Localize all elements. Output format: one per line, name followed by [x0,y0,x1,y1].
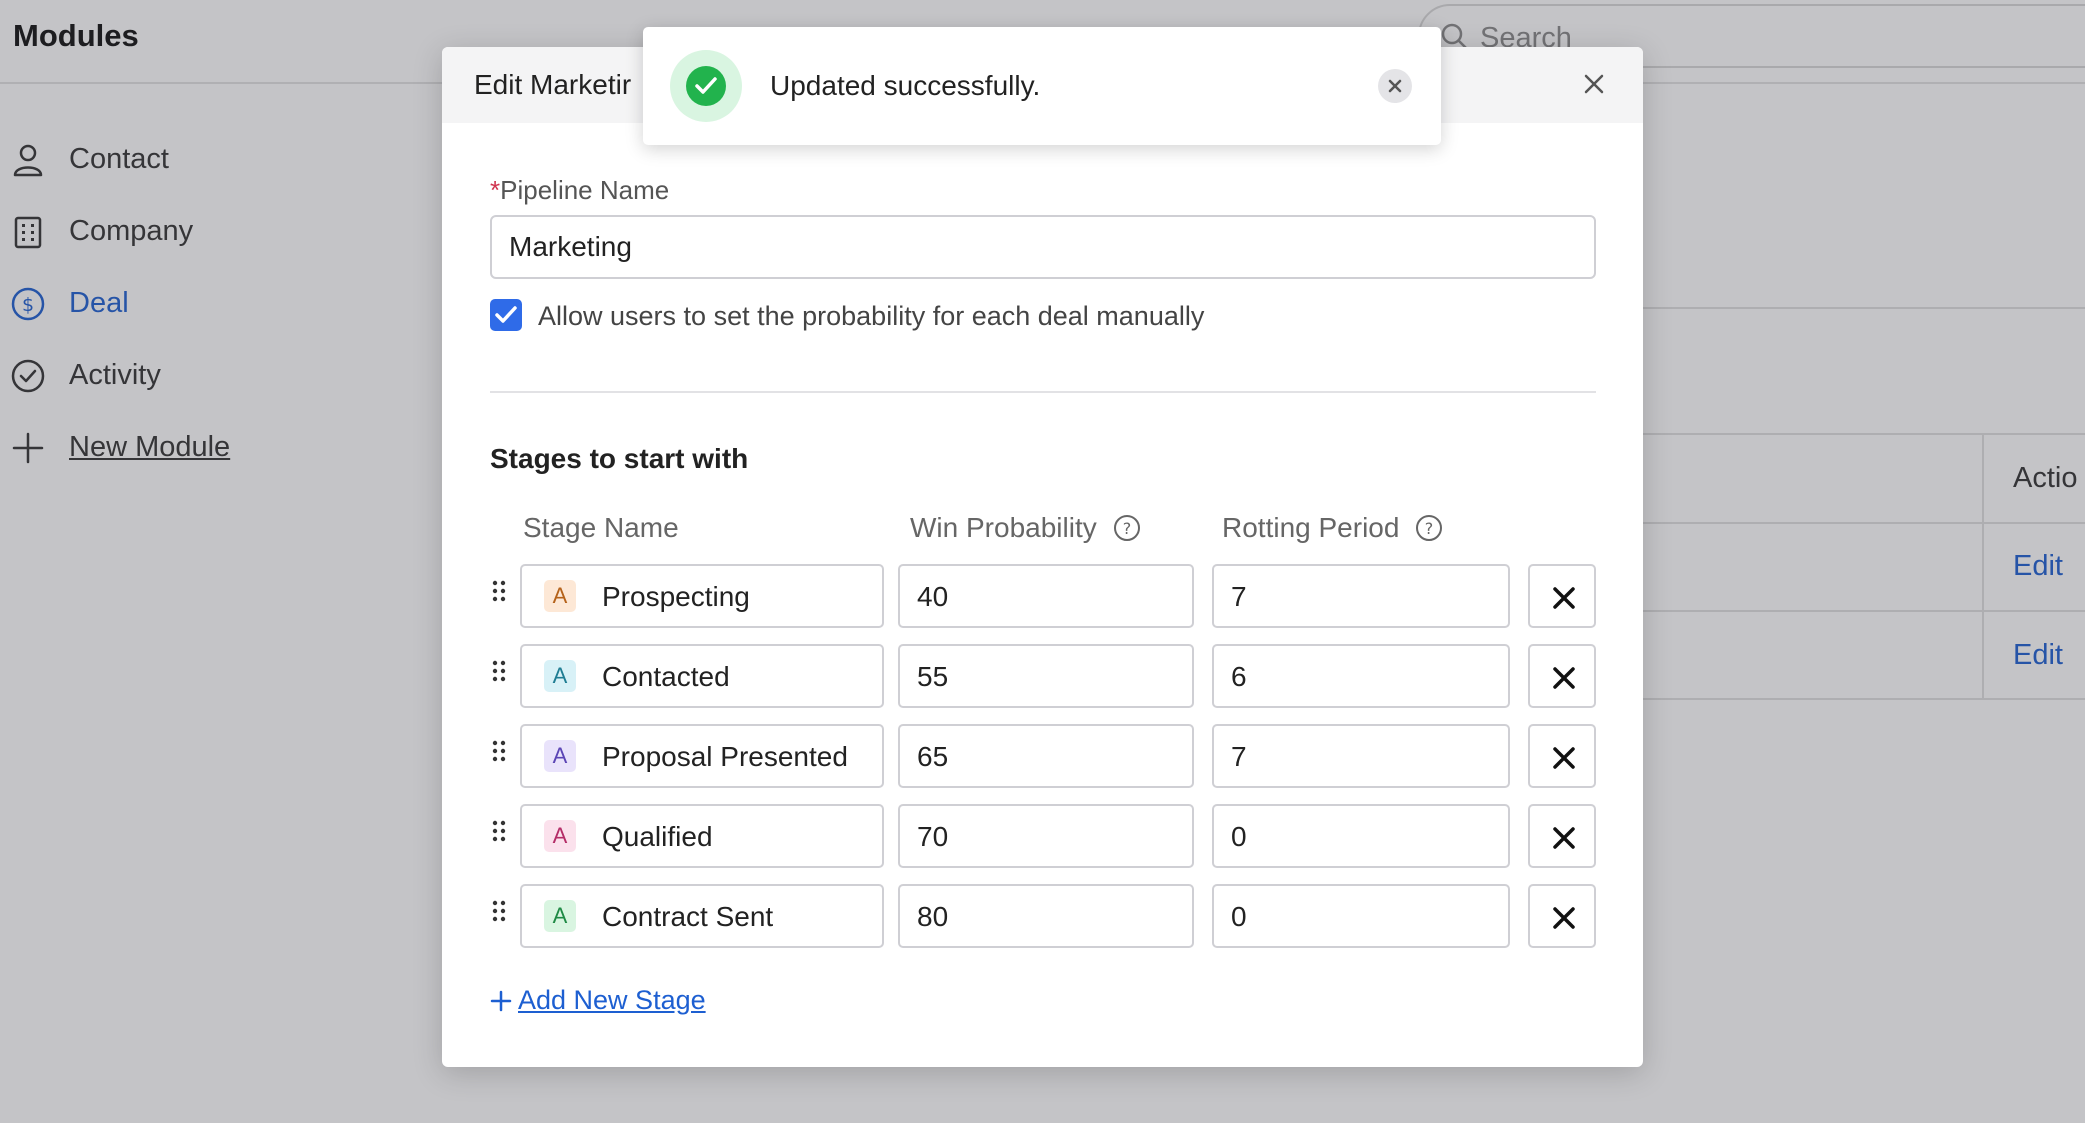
close-icon [1553,667,1575,689]
rotting-period-value: 6 [1231,661,1247,692]
column-header-stage-name: Stage Name [523,512,679,544]
manual-probability-checkbox[interactable] [490,299,522,331]
win-probability-input[interactable]: 40 [898,564,1194,628]
win-probability-value: 40 [917,581,949,612]
stage-name-input[interactable]: A Proposal Presented [520,724,884,788]
pipeline-name-input[interactable] [490,215,1596,279]
success-toast: Updated successfully. [643,27,1441,145]
delete-stage-button[interactable] [1528,724,1596,788]
checkmark-icon [695,77,717,94]
win-probability-input[interactable]: 55 [898,644,1194,708]
close-icon [1553,827,1575,849]
stage-row: A Contacted 55 6 [490,644,1600,710]
edit-pipeline-modal: Edit Marketir *Pipeline Name Allow users… [442,47,1643,1067]
win-probability-input[interactable]: 65 [898,724,1194,788]
close-icon [1388,79,1402,93]
section-divider [490,391,1596,393]
pipeline-name-label: *Pipeline Name [490,175,669,206]
rotting-period-input[interactable]: 7 [1212,564,1510,628]
stage-color-badge[interactable]: A [544,660,576,692]
delete-stage-button[interactable] [1528,884,1596,948]
pipeline-name-label-text: Pipeline Name [500,175,670,205]
stage-row: A Qualified 70 0 [490,804,1600,870]
stage-row: A Prospecting 40 7 [490,564,1600,630]
stage-name-value: Contacted [602,661,730,692]
toast-message: Updated successfully. [770,70,1041,101]
stage-color-badge[interactable]: A [544,580,576,612]
help-icon[interactable]: ? [1415,514,1443,542]
delete-stage-button[interactable] [1528,564,1596,628]
help-icon[interactable]: ? [1113,514,1141,542]
modal-title: Edit Marketir [474,69,632,100]
close-icon [1553,747,1575,769]
drag-handle-icon[interactable] [490,579,508,607]
toast-close-button[interactable] [1378,69,1412,103]
drag-handle-icon[interactable] [490,739,508,767]
drag-handle-icon[interactable] [490,899,508,927]
rotting-period-input[interactable]: 0 [1212,884,1510,948]
win-probability-value: 80 [917,901,949,932]
rotting-period-value: 0 [1231,821,1247,852]
stage-name-value: Contract Sent [602,901,774,932]
rotting-period-input[interactable]: 6 [1212,644,1510,708]
stage-color-badge[interactable]: A [544,740,576,772]
delete-stage-button[interactable] [1528,804,1596,868]
win-probability-value: 65 [917,741,949,772]
close-icon [1553,907,1575,929]
rotting-period-input[interactable]: 7 [1212,724,1510,788]
checkmark-icon [495,306,517,323]
column-header-label: Win Probability [910,512,1097,543]
add-new-stage-label: Add New Stage [518,985,706,1015]
manual-probability-label: Allow users to set the probability for e… [538,301,1205,331]
win-probability-value: 55 [917,661,949,692]
stage-row: A Proposal Presented 65 7 [490,724,1600,790]
stage-name-value: Prospecting [602,581,750,612]
add-new-stage-button[interactable]: Add New Stage [490,985,706,1016]
rotting-period-input[interactable]: 0 [1212,804,1510,868]
column-header-label: Stage Name [523,512,679,543]
rotting-period-value: 7 [1231,581,1247,612]
column-header-label: Rotting Period [1222,512,1400,543]
plus-icon [490,990,512,1011]
stage-name-input[interactable]: A Contacted [520,644,884,708]
stage-name-value: Qualified [602,821,713,852]
rotting-period-value: 7 [1231,741,1247,772]
stage-name-input[interactable]: A Prospecting [520,564,884,628]
drag-handle-icon[interactable] [490,819,508,847]
required-marker: * [490,175,501,205]
rotting-period-value: 0 [1231,901,1247,932]
stage-color-badge[interactable]: A [544,820,576,852]
stages-section-title: Stages to start with [490,443,749,474]
column-header-win-probability: Win Probability ? [910,512,1141,544]
close-icon [1553,587,1575,609]
success-icon [670,50,742,122]
svg-text:?: ? [1122,519,1131,538]
win-probability-value: 70 [917,821,949,852]
win-probability-input[interactable]: 70 [898,804,1194,868]
close-icon[interactable] [1581,71,1607,97]
stage-color-badge[interactable]: A [544,900,576,932]
stage-name-input[interactable]: A Qualified [520,804,884,868]
stage-row: A Contract Sent 80 0 [490,884,1600,950]
drag-handle-icon[interactable] [490,659,508,687]
column-header-rotting-period: Rotting Period ? [1222,512,1443,544]
delete-stage-button[interactable] [1528,644,1596,708]
win-probability-input[interactable]: 80 [898,884,1194,948]
svg-text:?: ? [1425,519,1434,538]
stage-name-input[interactable]: A Contract Sent [520,884,884,948]
stage-name-value: Proposal Presented [602,741,848,772]
